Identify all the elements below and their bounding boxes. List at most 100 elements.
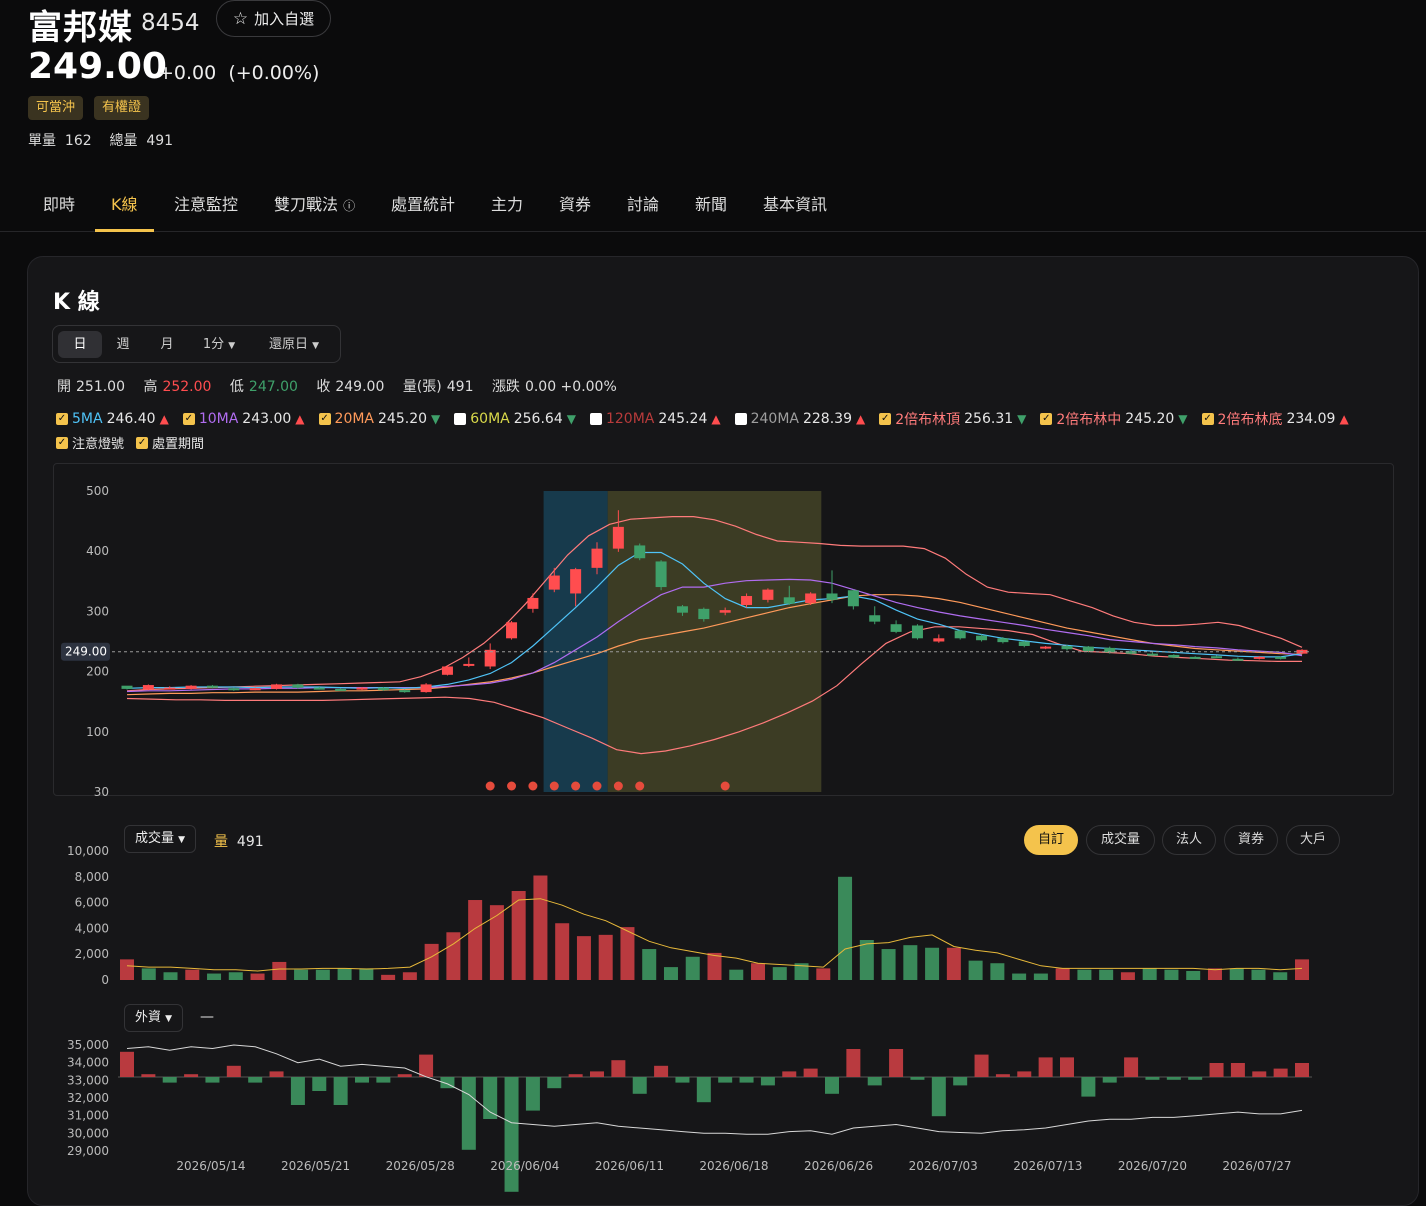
daytrade-badge: 可當沖: [28, 96, 84, 120]
checkbox-icon[interactable]: ✓: [182, 413, 195, 425]
arrow-up-icon: ▲: [159, 412, 169, 426]
arrow-up-icon: ▲: [295, 412, 305, 426]
single-volume-label: 單量: [28, 133, 56, 149]
stock-code: 8454: [141, 10, 200, 36]
indicator-name: 10MA: [198, 411, 239, 427]
period-selector: 日 週 月 1分 ▼ 還原日 ▼: [52, 325, 341, 363]
close-value: 249.00: [335, 379, 385, 395]
pill-major-holders[interactable]: 大戶: [1286, 825, 1340, 855]
stock-price: 249.00: [28, 46, 167, 87]
period-adjusted[interactable]: 還原日 ▼: [263, 331, 325, 358]
tab-double-blade[interactable]: 雙刀戰法 ⓘ: [274, 186, 355, 232]
info-icon: ⓘ: [343, 199, 356, 213]
indicator-value: 246.40: [106, 411, 156, 427]
foreign-selector-label: 外資: [135, 1010, 162, 1025]
volume-readout: 量 491: [214, 831, 264, 851]
indicator-value: 256.64: [513, 411, 563, 427]
checkbox-icon[interactable]: ✓: [1201, 413, 1214, 425]
indicator-value: 245.20: [1125, 411, 1175, 427]
chevron-down-icon: ▼: [312, 341, 320, 351]
pill-volume[interactable]: 成交量: [1086, 825, 1155, 855]
period-month[interactable]: 月: [152, 331, 182, 358]
foreign-selector[interactable]: 外資 ▼: [124, 1004, 184, 1032]
pill-institutional[interactable]: 法人: [1162, 825, 1216, 855]
checkbox-icon[interactable]: ✓: [56, 413, 68, 425]
change-percent: (+0.00%): [228, 62, 320, 84]
tab-realtime[interactable]: 即時: [43, 186, 75, 232]
tab-margin[interactable]: 資券: [559, 186, 591, 232]
add-watchlist-button[interactable]: ☆ 加入自選: [216, 0, 331, 37]
indicator-name: 60MA: [470, 411, 510, 427]
checkbox-icon[interactable]: ✓: [136, 436, 149, 449]
low-value: 247.00: [248, 379, 298, 395]
indicator-name: 120MA: [605, 411, 655, 427]
tab-news[interactable]: 新聞: [695, 186, 727, 232]
indicator-name: 2倍布林頂: [895, 412, 961, 428]
period-week[interactable]: 週: [108, 331, 138, 358]
volume-selector-label: 成交量: [135, 831, 175, 846]
open-value: 251.00: [76, 379, 125, 395]
tab-basic-info[interactable]: 基本資訊: [763, 186, 827, 232]
tab-attention[interactable]: 注意監控: [174, 186, 238, 232]
ohlc-row: 開 251.00 高 252.00 低 247.00 收 249.00 量(張) 491 …: [57, 376, 622, 396]
period-adjusted-label: 還原日: [268, 337, 308, 352]
indicator-name: 240MA: [750, 411, 799, 427]
tab-kline[interactable]: K線: [95, 186, 153, 232]
add-watchlist-label: 加入自選: [254, 10, 315, 28]
arrow-down-icon: ▼: [431, 412, 441, 426]
high-label: 高: [143, 379, 158, 395]
tab-discussion[interactable]: 討論: [627, 186, 659, 232]
arrow-down-icon: ▼: [1178, 412, 1188, 426]
indicator-name: 5MA: [72, 411, 103, 427]
volume-selector[interactable]: 成交量 ▼: [124, 825, 197, 853]
checkbox-icon[interactable]: ✓: [879, 413, 892, 425]
total-volume: 491: [146, 133, 174, 149]
indicator-name: 2倍布林底: [1217, 412, 1283, 428]
tab-disposal-stats[interactable]: 處置統計: [391, 186, 455, 232]
open-label: 開: [57, 379, 71, 395]
arrow-down-icon: ▼: [1017, 412, 1027, 426]
tab-major[interactable]: 主力: [491, 186, 523, 232]
checkbox-icon[interactable]: [589, 413, 602, 425]
volume-label: 量(張): [402, 379, 442, 395]
checkbox-icon[interactable]: [454, 413, 467, 425]
pill-margin[interactable]: 資券: [1224, 825, 1278, 855]
extra-toggles: ✓ 注意燈號 ✓ 處置期間: [56, 433, 204, 452]
volume-readout-label: 量: [214, 834, 228, 850]
volume-readout-value: 491: [236, 834, 264, 850]
change-row-value: 0.00 +0.00%: [524, 379, 617, 395]
arrow-up-icon: ▲: [711, 412, 721, 426]
indicator-value: 234.09: [1286, 411, 1336, 427]
indicator-name: 2倍布林中: [1056, 412, 1122, 428]
period-day[interactable]: 日: [58, 331, 102, 358]
checkbox-icon[interactable]: [734, 413, 747, 425]
toggle-disposal-period[interactable]: 處置期間: [152, 433, 204, 452]
volume-info: 單量 162 總量 491: [28, 130, 173, 150]
arrow-up-icon: ▲: [1339, 412, 1349, 426]
kline-title: K 線: [53, 290, 100, 315]
toggle-attention-light[interactable]: 注意燈號: [72, 433, 124, 452]
period-minute[interactable]: 1分 ▼: [197, 331, 241, 358]
indicator-value: 245.24: [658, 411, 708, 427]
indicator-value: 245.20: [378, 411, 428, 427]
checkbox-icon[interactable]: ✓: [1040, 413, 1053, 425]
low-label: 低: [229, 379, 244, 395]
high-value: 252.00: [162, 379, 212, 395]
indicator-value: 256.31: [964, 411, 1014, 427]
chevron-down-icon: ▼: [165, 1014, 173, 1024]
pill-custom[interactable]: 自訂: [1024, 825, 1078, 855]
price-change: +0.00 (+0.00%): [158, 62, 319, 84]
chevron-down-icon: ▼: [178, 835, 186, 845]
total-volume-label: 總量: [109, 133, 138, 149]
indicator-name: 20MA: [334, 411, 375, 427]
chevron-down-icon: ▼: [228, 341, 236, 351]
star-icon: ☆: [232, 8, 249, 29]
price-plot-frame: [53, 463, 1394, 796]
checkbox-icon[interactable]: ✓: [318, 413, 331, 425]
checkbox-icon[interactable]: ✓: [56, 436, 68, 449]
tab-bar: 即時 K線 注意監控 雙刀戰法 ⓘ 處置統計 主力 資券 討論 新聞 基本資訊: [0, 186, 1426, 232]
foreign-readout: —: [200, 1009, 214, 1025]
volume-value: 491: [446, 379, 474, 395]
change-label: 漲跌: [491, 379, 520, 395]
change-value: +0.00: [158, 62, 217, 84]
